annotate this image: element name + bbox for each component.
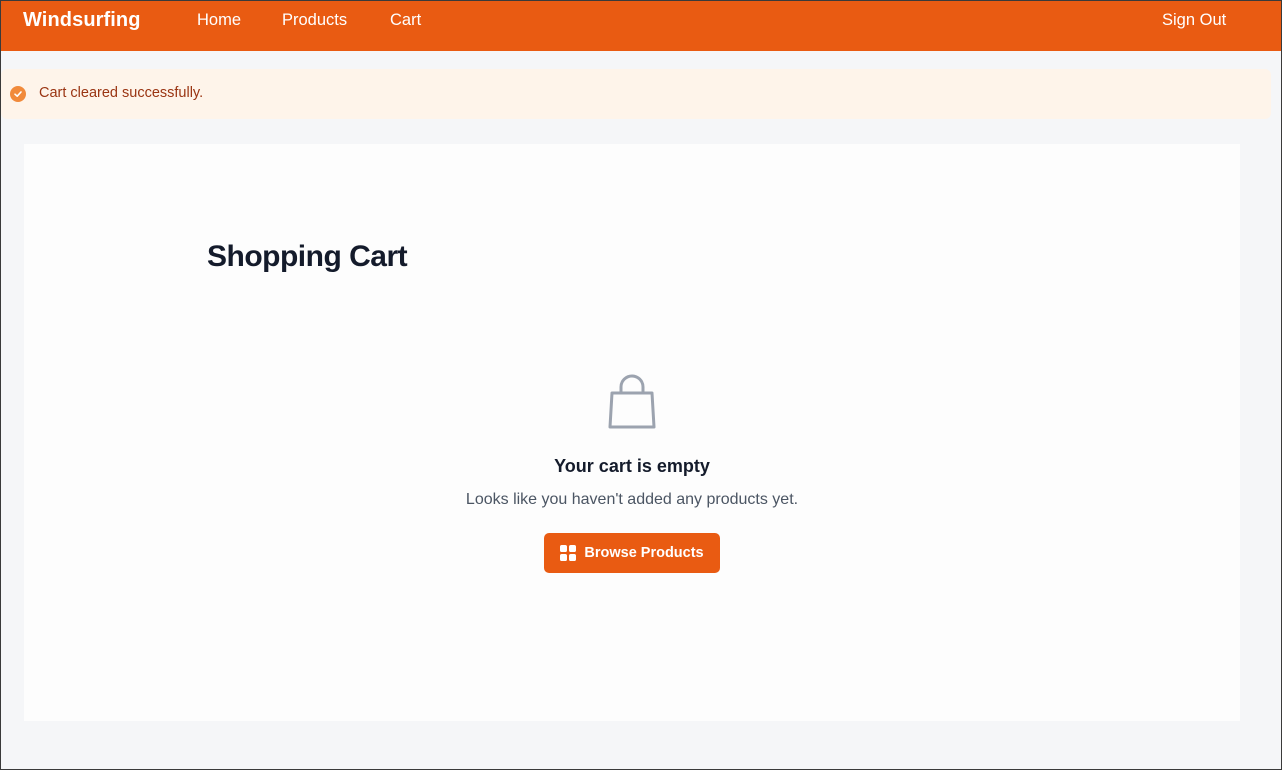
sign-out-link[interactable]: Sign Out xyxy=(1162,11,1226,30)
check-circle-icon xyxy=(10,86,26,102)
nav-link-products[interactable]: Products xyxy=(282,11,347,30)
nav-link-cart[interactable]: Cart xyxy=(390,11,421,30)
nav-link-home[interactable]: Home xyxy=(197,11,241,30)
top-navbar: Windsurfing Home Products Cart Sign Out xyxy=(1,1,1281,51)
brand-logo[interactable]: Windsurfing xyxy=(23,9,141,32)
app-window: Windsurfing Home Products Cart Sign Out … xyxy=(0,0,1282,770)
shopping-bag-icon xyxy=(608,374,656,429)
empty-cart-state: Your cart is empty Looks like you haven'… xyxy=(24,374,1240,573)
success-alert: Cart cleared successfully. xyxy=(1,69,1271,119)
browse-products-button[interactable]: Browse Products xyxy=(544,533,720,573)
empty-cart-message: Looks like you haven't added any product… xyxy=(465,491,799,508)
empty-cart-title: Your cart is empty xyxy=(554,456,710,476)
browse-products-label: Browse Products xyxy=(584,545,704,561)
page-title: Shopping Cart xyxy=(207,240,408,273)
alert-message: Cart cleared successfully. xyxy=(39,85,204,101)
grid-icon xyxy=(560,545,577,561)
cart-card: Shopping Cart Your cart is empty Looks l… xyxy=(24,144,1240,721)
